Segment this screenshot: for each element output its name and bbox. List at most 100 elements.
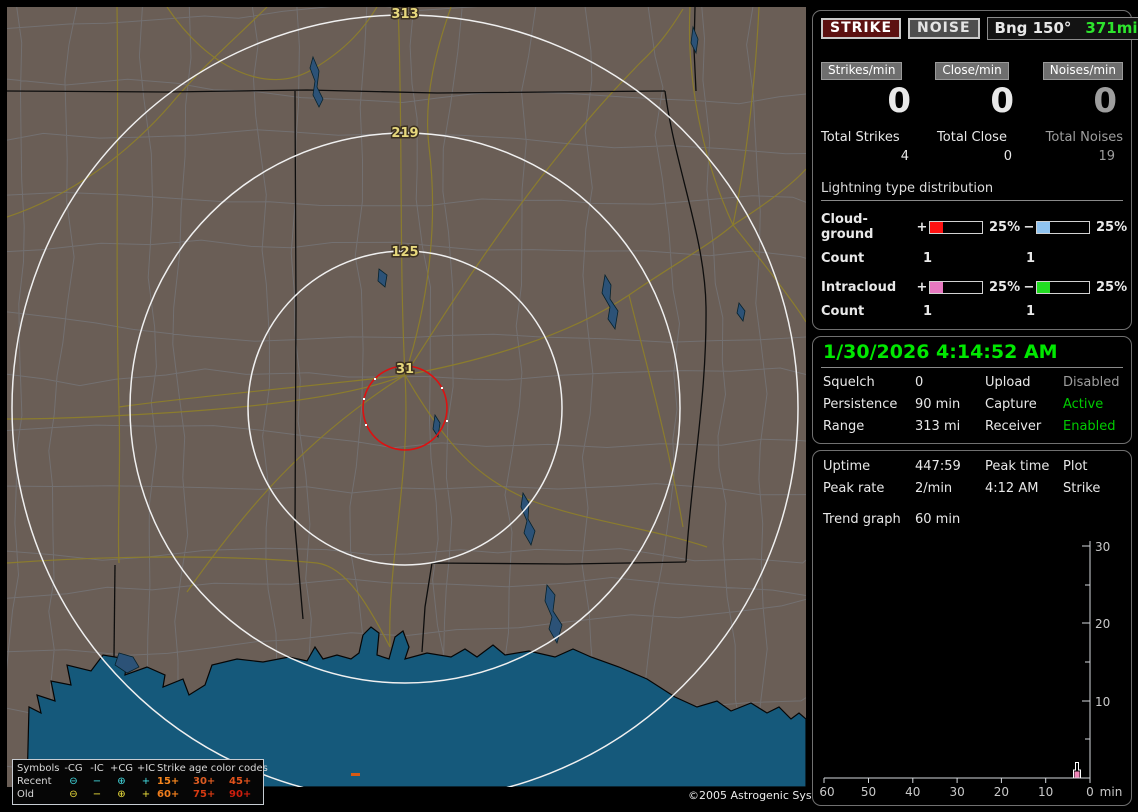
old-nic-icon: − <box>92 789 102 800</box>
age-code-30: 30+ <box>193 776 216 787</box>
bearing-readout: Bng 150° 371mi <box>986 17 1138 40</box>
range-label: Range <box>823 419 865 434</box>
total-noises-label: Total Noises <box>1045 130 1123 145</box>
y-tick-20: 20 <box>1095 617 1110 631</box>
trend-panel: Uptime 447:59 Peak time Plot Peak rate 2… <box>812 450 1132 806</box>
plus-sign: + <box>916 219 928 235</box>
total-strikes-label: Total Strikes <box>821 130 900 145</box>
intracloud-label: Intracloud <box>821 280 897 295</box>
recent-pcg-icon: ⊕ <box>117 776 126 787</box>
legend-col-pic: +IC <box>136 763 156 774</box>
x-tick-50: 50 <box>861 785 876 799</box>
trend-graph: 30 20 10 60 50 40 30 20 10 0 min <box>819 540 1123 799</box>
cg-plus-pct: 25% <box>989 219 1021 235</box>
legend-col-ncg: -CG <box>64 763 83 774</box>
trend-graph-label: Trend graph <box>823 512 901 527</box>
strike-toggle-button[interactable]: STRIKE <box>821 18 902 39</box>
ic-plus-bar <box>929 281 983 294</box>
total-noises-value: 19 <box>1098 149 1115 164</box>
noises-column: Noises/min 0 Total Noises 19 <box>1027 62 1123 164</box>
uptime-value: 447:59 <box>915 459 961 474</box>
strikes-rate-value: 0 <box>887 81 911 121</box>
capture-label: Capture <box>985 397 1037 412</box>
total-close-value: 0 <box>1003 149 1012 164</box>
lightning-distribution-section: Lightning type distribution Cloud-ground… <box>821 181 1127 319</box>
ic-minus-bar <box>1036 281 1090 294</box>
squelch-value: 0 <box>915 375 924 390</box>
old-pcg-icon: ⊕ <box>117 789 126 800</box>
legend-age-title: Strike age color codes <box>157 763 268 774</box>
cg-minus-bar <box>1036 220 1090 234</box>
strikes-column: Strikes/min 0 Total Strikes 4 <box>821 62 917 164</box>
plot-label: Plot <box>1063 459 1088 474</box>
upload-status: Disabled <box>1063 375 1120 390</box>
noise-toggle-button[interactable]: NOISE <box>908 18 980 39</box>
close-rate-value: 0 <box>990 81 1014 121</box>
age-code-60: 60+ <box>157 789 180 800</box>
noises-rate-value: 0 <box>1093 81 1117 121</box>
x-tick-30: 30 <box>949 785 964 799</box>
close-column: Close/min 0 Total Close 0 <box>924 62 1020 164</box>
bearing-distance: 371mi <box>1085 19 1138 37</box>
legend-col-pcg: +CG <box>109 763 134 774</box>
peak-rate-label: Peak rate <box>823 481 885 496</box>
trend-spike-ic <box>1074 771 1080 778</box>
cg-plus-count: 1 <box>923 251 933 266</box>
cg-plus-bar <box>929 220 983 234</box>
old-pic-icon: + <box>141 789 151 800</box>
range-value: 313 mi <box>915 419 961 434</box>
strike-symbol-old-ic <box>351 773 360 776</box>
cg-minus-pct: 25% <box>1096 219 1128 235</box>
upload-label: Upload <box>985 375 1031 390</box>
legend-row-old-label: Old <box>17 789 34 800</box>
ic-minus-count: 1 <box>1026 304 1036 319</box>
squelch-label: Squelch <box>823 375 875 390</box>
x-tick-20: 20 <box>994 785 1009 799</box>
minus-sign: − <box>1023 219 1035 235</box>
plot-mode-value: Strike <box>1063 481 1101 496</box>
peak-rate-value: 2/min <box>915 481 953 496</box>
age-code-45: 45+ <box>229 776 252 787</box>
noises-per-min-chip: Noises/min <box>1042 62 1123 80</box>
recent-ncg-icon: ⊖ <box>69 776 78 787</box>
uptime-label: Uptime <box>823 459 871 474</box>
x-axis-unit: min <box>1100 785 1123 799</box>
ic-plus-count: 1 <box>923 304 933 319</box>
persistence-label: Persistence <box>823 397 898 412</box>
ic-minus-pct: 25% <box>1096 280 1128 295</box>
ring-label-219: 219 <box>391 126 418 141</box>
map-legend: Symbols -CG -IC +CG +IC Strike age color… <box>12 759 268 805</box>
total-close-label: Total Close <box>937 130 1007 145</box>
total-strikes-value: 4 <box>900 149 909 164</box>
status-panel: 1/30/2026 4:14:52 AM Squelch 0 Upload Di… <box>812 336 1132 444</box>
map-display[interactable]: 313 219 125 31 <box>7 7 806 787</box>
cloud-ground-label: Cloud-ground <box>821 212 874 242</box>
bearing-value: Bng 150° <box>994 19 1072 37</box>
distribution-title: Lightning type distribution <box>821 181 1123 201</box>
x-tick-10: 10 <box>1038 785 1053 799</box>
age-code-75: 75+ <box>193 789 216 800</box>
old-ncg-icon: ⊖ <box>69 789 78 800</box>
cg-minus-count: 1 <box>1026 251 1036 266</box>
receiver-status: Enabled <box>1063 419 1116 434</box>
close-per-min-chip: Close/min <box>935 62 1009 80</box>
trend-graph-window: 60 min <box>915 512 961 527</box>
datetime-display: 1/30/2026 4:14:52 AM <box>821 340 1123 368</box>
receiver-label: Receiver <box>985 419 1042 434</box>
minus-sign: − <box>1023 280 1035 295</box>
ring-label-313: 313 <box>391 7 418 22</box>
peak-time-value: 4:12 AM <box>985 481 1039 496</box>
x-tick-0: 0 <box>1086 785 1094 799</box>
capture-status: Active <box>1063 397 1104 412</box>
strike-counter-panel: STRIKE NOISE Bng 150° 371mi Strikes/min … <box>812 10 1138 330</box>
plus-sign: + <box>916 280 928 295</box>
persistence-value: 90 min <box>915 397 961 412</box>
legend-row-recent-label: Recent <box>17 776 52 787</box>
ring-label-31: 31 <box>396 362 414 377</box>
cg-count-label: Count <box>821 251 865 266</box>
x-tick-60: 60 <box>819 785 834 799</box>
recent-pic-icon: + <box>141 776 151 787</box>
peak-time-label: Peak time <box>985 459 1050 474</box>
ring-label-125: 125 <box>391 245 418 260</box>
y-tick-30: 30 <box>1095 540 1110 554</box>
